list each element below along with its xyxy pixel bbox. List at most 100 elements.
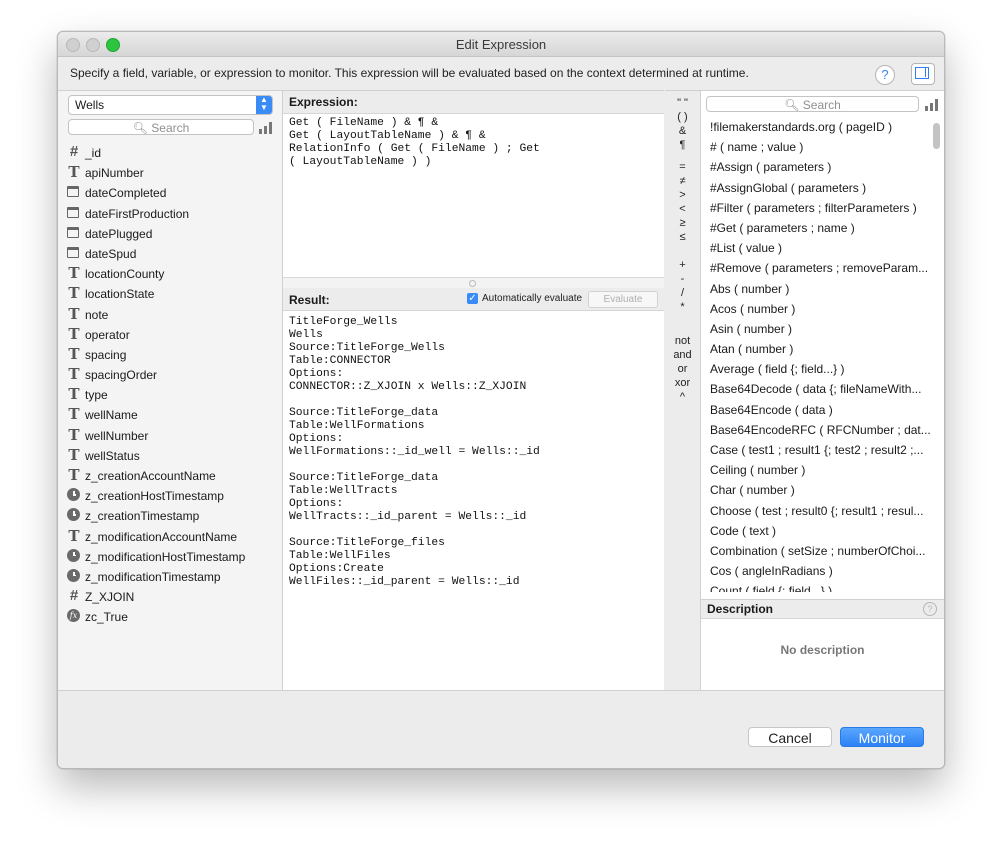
field-item[interactable]: TspacingOrder bbox=[58, 365, 282, 385]
field-item[interactable]: TapiNumber bbox=[58, 163, 282, 183]
field-name: wellStatus bbox=[85, 448, 140, 463]
field-item[interactable]: Tnote bbox=[58, 305, 282, 325]
field-item[interactable]: TlocationState bbox=[58, 284, 282, 304]
expression-editor[interactable]: Get ( FileName ) & ¶ & Get ( LayoutTable… bbox=[289, 117, 540, 169]
field-item[interactable]: Ttype bbox=[58, 385, 282, 405]
field-item[interactable]: datePlugged bbox=[58, 224, 282, 244]
field-item[interactable]: TwellName bbox=[58, 405, 282, 425]
function-item[interactable]: Abs ( number ) bbox=[701, 279, 931, 299]
field-item[interactable]: dateFirstProduction bbox=[58, 204, 282, 224]
fields-search-input[interactable]: 🔍︎ Search bbox=[68, 119, 254, 135]
functions-sort-bars-icon[interactable] bbox=[925, 99, 939, 111]
operator-button[interactable]: " " bbox=[665, 97, 700, 109]
functions-search-input[interactable]: 🔍︎ Search bbox=[706, 96, 919, 112]
function-item[interactable]: Base64Decode ( data {; fileNameWith... bbox=[701, 379, 931, 399]
operator-button[interactable]: < bbox=[665, 203, 700, 215]
field-item[interactable]: z_creationHostTimestamp bbox=[58, 486, 282, 506]
field-item[interactable]: dateSpud bbox=[58, 244, 282, 264]
operator-button[interactable]: ^ bbox=[665, 391, 700, 403]
function-item[interactable]: Asin ( number ) bbox=[701, 319, 931, 339]
function-item[interactable]: Choose ( test ; result0 {; result1 ; res… bbox=[701, 501, 931, 521]
operator-button[interactable]: / bbox=[665, 287, 700, 299]
operator-button[interactable]: & bbox=[665, 125, 700, 137]
help-button[interactable]: ? bbox=[875, 65, 895, 85]
auto-evaluate-label: Automatically evaluate bbox=[482, 293, 583, 304]
field-item[interactable]: TwellNumber bbox=[58, 426, 282, 446]
operator-button[interactable]: ≤ bbox=[665, 231, 700, 243]
function-item[interactable]: Char ( number ) bbox=[701, 480, 931, 500]
function-item[interactable]: #Remove ( parameters ; removeParam... bbox=[701, 258, 931, 278]
function-item[interactable]: !filemakerstandards.org ( pageID ) bbox=[701, 117, 931, 137]
field-item[interactable]: dateCompleted bbox=[58, 183, 282, 203]
function-item[interactable]: Code ( text ) bbox=[701, 521, 931, 541]
function-item[interactable]: #AssignGlobal ( parameters ) bbox=[701, 178, 931, 198]
functions-search-placeholder-text: Search bbox=[802, 98, 841, 112]
function-item[interactable]: Ceiling ( number ) bbox=[701, 460, 931, 480]
edit-expression-dialog: Edit Expression Specify a field, variabl… bbox=[57, 31, 945, 769]
field-item[interactable]: # Z_XJOIN bbox=[58, 587, 282, 607]
toggle-panel-button[interactable] bbox=[911, 63, 935, 85]
timestamp-icon bbox=[67, 568, 80, 582]
text-icon: T bbox=[68, 365, 80, 384]
field-item[interactable]: z_creationTimestamp bbox=[58, 506, 282, 526]
text-icon: T bbox=[68, 163, 80, 182]
sidebar-toggle-icon bbox=[915, 67, 929, 79]
operator-button[interactable]: ¶ bbox=[665, 139, 700, 151]
field-item[interactable]: TwellStatus bbox=[58, 446, 282, 466]
operator-button[interactable]: > bbox=[665, 189, 700, 201]
operator-button[interactable]: * bbox=[665, 301, 700, 313]
function-item[interactable]: Base64EncodeRFC ( RFCNumber ; dat... bbox=[701, 420, 931, 440]
evaluate-button[interactable]: Evaluate bbox=[588, 291, 658, 308]
field-item[interactable]: fx zc_True bbox=[58, 607, 282, 627]
monitor-button[interactable]: Monitor bbox=[840, 727, 924, 747]
text-icon: T bbox=[68, 445, 80, 464]
function-item[interactable]: #Get ( parameters ; name ) bbox=[701, 218, 931, 238]
field-item[interactable]: Toperator bbox=[58, 325, 282, 345]
sort-bars-icon[interactable] bbox=[259, 122, 273, 134]
field-item[interactable]: z_modificationHostTimestamp bbox=[58, 547, 282, 567]
operator-button[interactable]: not bbox=[665, 335, 700, 347]
operator-button[interactable]: = bbox=[665, 161, 700, 173]
field-item[interactable]: Tspacing bbox=[58, 345, 282, 365]
functions-scrollbar[interactable] bbox=[933, 123, 940, 149]
field-name: wellName bbox=[85, 408, 138, 423]
timestamp-icon bbox=[67, 548, 80, 562]
function-item[interactable]: #List ( value ) bbox=[701, 238, 931, 258]
auto-evaluate-checkbox[interactable]: ✓ bbox=[467, 293, 478, 304]
operator-button[interactable]: or bbox=[665, 363, 700, 375]
function-item[interactable]: Case ( test1 ; result1 {; test2 ; result… bbox=[701, 440, 931, 460]
field-item[interactable]: TlocationCounty bbox=[58, 264, 282, 284]
operator-button[interactable]: ≥ bbox=[665, 217, 700, 229]
text-icon: T bbox=[68, 264, 80, 283]
description-header: Description ? bbox=[701, 599, 944, 619]
description-help-icon[interactable]: ? bbox=[923, 602, 937, 616]
field-name: dateCompleted bbox=[85, 186, 167, 201]
field-name: note bbox=[85, 307, 109, 322]
operator-button[interactable]: - bbox=[665, 273, 700, 285]
function-item[interactable]: Base64Encode ( data ) bbox=[701, 400, 931, 420]
function-item[interactable]: Combination ( setSize ; numberOfChoi... bbox=[701, 541, 931, 561]
operator-button[interactable]: ≠ bbox=[665, 175, 700, 187]
operator-button[interactable]: and bbox=[665, 349, 700, 361]
operator-button[interactable]: ( ) bbox=[665, 111, 700, 123]
function-item[interactable]: Cos ( angleInRadians ) bbox=[701, 561, 931, 581]
function-item[interactable]: Count ( field {; field...} ) bbox=[701, 581, 931, 592]
operator-button[interactable]: xor bbox=[665, 377, 700, 389]
field-item[interactable]: # _id bbox=[58, 143, 282, 163]
table-select-value: Wells bbox=[75, 98, 105, 112]
function-item[interactable]: Atan ( number ) bbox=[701, 339, 931, 359]
function-item[interactable]: #Assign ( parameters ) bbox=[701, 157, 931, 177]
operator-button[interactable]: + bbox=[665, 259, 700, 271]
field-item[interactable]: Tz_modificationAccountName bbox=[58, 527, 282, 547]
field-name: z_modificationHostTimestamp bbox=[85, 549, 246, 564]
field-item[interactable]: Tz_creationAccountName bbox=[58, 466, 282, 486]
field-name: spacingOrder bbox=[85, 368, 158, 383]
fields-search-placeholder: 🔍︎ Search bbox=[132, 121, 190, 135]
function-item[interactable]: Average ( field {; field...} ) bbox=[701, 359, 931, 379]
function-item[interactable]: # ( name ; value ) bbox=[701, 137, 931, 157]
cancel-button[interactable]: Cancel bbox=[748, 727, 832, 747]
field-item[interactable]: z_modificationTimestamp bbox=[58, 567, 282, 587]
function-item[interactable]: Acos ( number ) bbox=[701, 299, 931, 319]
function-item[interactable]: #Filter ( parameters ; filterParameters … bbox=[701, 198, 931, 218]
table-occurrence-select[interactable]: Wells ▲ ▼ bbox=[68, 95, 273, 115]
